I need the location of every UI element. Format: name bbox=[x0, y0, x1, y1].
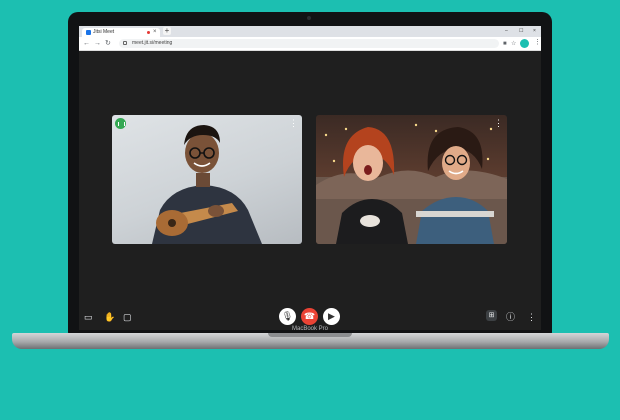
address-bar[interactable]: meet.jit.si/meeting bbox=[119, 39, 499, 48]
participant-guitarist-video bbox=[152, 125, 262, 244]
new-tab-button[interactable]: + bbox=[163, 27, 171, 35]
laptop-lid: Jitsi Meet × + – ☐ × ← → ↻ meet.jit.si/m… bbox=[68, 12, 552, 334]
participant-tile-two-women[interactable]: ⋮ bbox=[316, 115, 507, 244]
info-icon[interactable]: ⓘ bbox=[506, 312, 515, 322]
webcam bbox=[307, 16, 311, 20]
recording-dot-icon bbox=[147, 31, 150, 34]
tile-menu-icon[interactable]: ⋮ bbox=[494, 118, 503, 128]
laptop-screen: Jitsi Meet × + – ☐ × ← → ↻ meet.jit.si/m… bbox=[79, 26, 541, 330]
tab-close-icon[interactable]: × bbox=[153, 28, 157, 37]
back-icon[interactable]: ← bbox=[83, 39, 90, 48]
chat-icon[interactable]: ▢ bbox=[123, 312, 132, 322]
tile-menu-icon[interactable]: ⋮ bbox=[289, 118, 298, 128]
more-options-icon[interactable]: ⋮ bbox=[527, 312, 536, 322]
url-text: meet.jit.si/meeting bbox=[132, 40, 173, 46]
reload-icon[interactable]: ↻ bbox=[105, 39, 111, 48]
microphone-icon[interactable]: 🎙 bbox=[279, 308, 296, 325]
camera-permission-icon[interactable]: ■ bbox=[503, 40, 507, 48]
minimize-button[interactable]: – bbox=[505, 26, 508, 36]
window-close-button[interactable]: × bbox=[533, 26, 536, 36]
bookmark-star-icon[interactable]: ☆ bbox=[511, 40, 516, 48]
jitsi-favicon-icon bbox=[86, 30, 91, 35]
screen-share-icon[interactable]: ▭ bbox=[84, 312, 93, 322]
participant-tile-guitarist[interactable]: ⋮ bbox=[112, 115, 302, 244]
profile-avatar[interactable] bbox=[520, 39, 529, 48]
participant-two-women-video bbox=[316, 123, 507, 244]
hang-up-icon[interactable]: ☎ bbox=[301, 308, 318, 325]
raise-hand-icon[interactable]: ✋ bbox=[104, 312, 115, 322]
maximize-button[interactable]: ☐ bbox=[519, 26, 523, 36]
speaking-indicator-icon bbox=[115, 118, 126, 129]
laptop-base bbox=[12, 333, 609, 349]
camera-icon[interactable]: ▶ bbox=[323, 308, 340, 325]
browser-tab[interactable]: Jitsi Meet × bbox=[82, 28, 160, 37]
browser-menu-icon[interactable]: ⋮ bbox=[534, 38, 541, 48]
browser-toolbar: ← → ↻ meet.jit.si/meeting ■ ☆ ⋮ bbox=[79, 37, 541, 51]
browser-tabstrip: Jitsi Meet × + – ☐ × bbox=[79, 26, 541, 37]
tab-title: Jitsi Meet bbox=[93, 29, 115, 35]
tile-view-icon[interactable]: ⊞ bbox=[486, 310, 497, 321]
laptop-base-notch bbox=[268, 333, 352, 337]
forward-icon[interactable]: → bbox=[94, 39, 101, 48]
lock-icon bbox=[123, 41, 127, 45]
device-brand-label: MacBook Pro bbox=[291, 326, 328, 332]
